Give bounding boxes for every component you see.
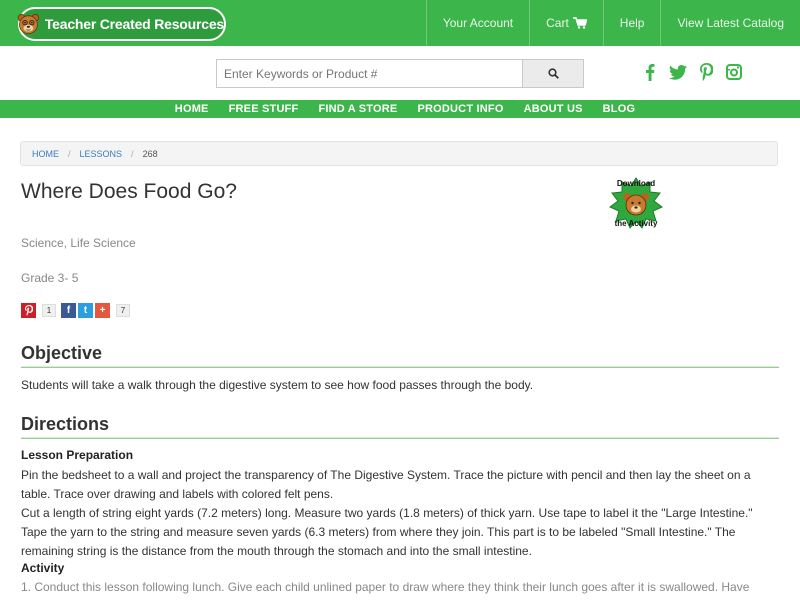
- search-button[interactable]: [522, 59, 584, 88]
- section-divider: [21, 366, 779, 368]
- twitter-icon[interactable]: [669, 62, 687, 82]
- breadcrumb-separator: /: [68, 148, 71, 159]
- download-label-line1: Download: [616, 179, 656, 188]
- lesson-subject: Science, Life Science: [21, 236, 136, 250]
- top-header-bar: Teacher Created Resources Your Account C…: [0, 0, 800, 46]
- preparation-paragraph-2: Cut a length of string eight yards (7.2 …: [21, 506, 753, 558]
- instagram-icon[interactable]: [725, 62, 743, 82]
- search-row: [0, 46, 800, 100]
- section-divider: [21, 437, 779, 439]
- logo-text: Teacher Created Resources: [44, 16, 224, 32]
- main-nav: HOME FREE STUFF FIND A STORE PRODUCT INF…: [0, 100, 800, 118]
- your-account-link[interactable]: Your Account: [425, 0, 529, 46]
- help-link[interactable]: Help: [602, 0, 661, 46]
- nav-home[interactable]: HOME: [165, 100, 219, 118]
- facebook-icon: f: [66, 305, 71, 316]
- social-links: [641, 62, 743, 82]
- cart-icon: [572, 17, 587, 29]
- twitter-icon: t: [83, 305, 88, 316]
- twitter-share-button[interactable]: t: [78, 303, 93, 318]
- view-catalog-link[interactable]: View Latest Catalog: [660, 0, 800, 46]
- cart-link[interactable]: Cart: [529, 0, 603, 46]
- lesson-preparation-heading: Lesson Preparation: [21, 448, 134, 462]
- breadcrumb-home[interactable]: HOME: [32, 149, 59, 159]
- download-label-line2: the Activity: [614, 219, 658, 228]
- cart-label: Cart: [546, 16, 569, 30]
- facebook-icon[interactable]: [641, 62, 659, 82]
- breadcrumb: HOME / LESSONS / 268: [20, 141, 778, 166]
- objective-text: Students will take a walk through the di…: [21, 378, 534, 392]
- nav-find-a-store[interactable]: FIND A STORE: [308, 100, 407, 118]
- breadcrumb-separator: /: [131, 148, 134, 159]
- top-nav: Your Account Cart Help View Latest Catal…: [425, 0, 800, 46]
- lesson-grade: Grade 3- 5: [21, 271, 79, 285]
- site-logo[interactable]: Teacher Created Resources: [17, 7, 226, 41]
- nav-blog[interactable]: BLOG: [593, 100, 646, 118]
- bear-mascot-icon: [17, 13, 40, 35]
- view-catalog-label: View Latest Catalog: [677, 16, 784, 30]
- download-activity-button[interactable]: Download the Activity: [607, 176, 665, 232]
- nav-about-us[interactable]: ABOUT US: [514, 100, 593, 118]
- pinterest-icon: [24, 305, 33, 316]
- objective-heading: Objective: [21, 343, 103, 363]
- more-share-button[interactable]: +: [95, 303, 110, 318]
- search-icon: [547, 68, 559, 79]
- preparation-paragraph-1: Pin the bedsheet to a wall and project t…: [21, 468, 751, 501]
- pinterest-share-button[interactable]: [21, 303, 36, 318]
- breadcrumb-lessons[interactable]: LESSONS: [80, 149, 123, 159]
- help-label: Help: [619, 16, 645, 30]
- search-input[interactable]: [216, 59, 523, 88]
- page-title: Where Does Food Go?: [21, 180, 237, 203]
- pinterest-icon[interactable]: [697, 62, 715, 82]
- breadcrumb-current: 268: [142, 148, 158, 159]
- your-account-label: Your Account: [442, 16, 514, 30]
- facebook-share-button[interactable]: f: [61, 303, 76, 318]
- directions-heading: Directions: [21, 414, 110, 434]
- pinterest-share-count: 1: [42, 304, 56, 317]
- total-share-count: 7: [116, 304, 130, 317]
- activity-heading: Activity: [21, 561, 65, 575]
- nav-product-info[interactable]: PRODUCT INFO: [407, 100, 513, 118]
- activity-step-1: 1. Conduct this lesson following lunch. …: [21, 580, 750, 594]
- plus-icon: +: [99, 305, 106, 316]
- nav-free-stuff[interactable]: FREE STUFF: [219, 100, 309, 118]
- share-bar: 1 f t + 7: [21, 303, 135, 318]
